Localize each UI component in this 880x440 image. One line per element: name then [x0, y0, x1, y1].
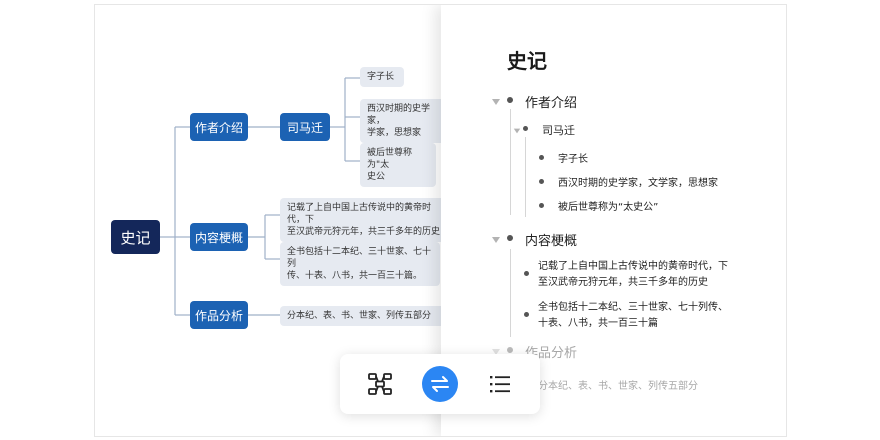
switch-view-button[interactable]: [422, 366, 458, 402]
mindmap-leaf-courtesy-name[interactable]: 字子长: [360, 67, 404, 87]
swap-arrows-icon: [431, 376, 449, 392]
outline-item-historian[interactable]: 西汉时期的史学家，文学家，思想家: [558, 174, 718, 189]
outline-heading-summary[interactable]: 内容梗概: [525, 230, 577, 249]
mindmap-root-node[interactable]: 史记: [111, 220, 160, 254]
bullet-icon: [539, 155, 544, 160]
mindmap-leaf-contents[interactable]: 全书包括十二本纪、三十世家、七十列 传、十表、八书，共一百三十篇。: [280, 242, 440, 286]
collapse-toggle-icon[interactable]: [492, 99, 500, 105]
outline-title: 史记: [507, 49, 547, 73]
bullet-icon: [524, 271, 529, 276]
mindmap-leaf-five-parts[interactable]: 分本纪、表、书、世家、列传五部分: [280, 306, 450, 326]
mindmap-node-author[interactable]: 作者介绍: [190, 113, 248, 141]
mindmap-node-analysis[interactable]: 作品分析: [190, 301, 248, 329]
bullet-icon: [523, 126, 528, 131]
outline-guide-line: [510, 249, 511, 337]
mindmap-leaf-records[interactable]: 记载了上自中国上古传说中的黄帝时代，下 至汉武帝元狩元年，共三千多年的历史: [280, 198, 450, 242]
bullet-icon: [539, 179, 544, 184]
outline-view-button[interactable]: [482, 366, 518, 402]
outline-item-records[interactable]: 记载了上自中国上古传说中的黄帝时代，下 至汉武帝元狩元年，共三千多年的历史: [538, 259, 728, 291]
bullet-icon: [507, 97, 513, 103]
bullet-icon: [524, 312, 529, 317]
mindmap-leaf-taishigong[interactable]: 被后世尊称为"太 史公: [360, 143, 436, 187]
outline-item-five-parts[interactable]: 分本纪、表、书、世家、列传五部分: [538, 377, 698, 392]
bullet-icon: [507, 347, 513, 353]
bullet-icon: [507, 235, 513, 241]
outline-item-contents[interactable]: 全书包括十二本纪、三十世家、七十列传、 十表、八书，共一百三十篇: [538, 300, 728, 332]
outline-guide-line: [525, 137, 526, 217]
collapse-toggle-icon[interactable]: [513, 128, 521, 134]
bullet-icon: [539, 203, 544, 208]
outline-item-simaqian[interactable]: 司马迁: [542, 122, 575, 138]
mindmap-node-summary[interactable]: 内容梗概: [190, 223, 248, 251]
outline-item-taishigong[interactable]: 被后世尊称为“太史公”: [558, 198, 658, 213]
outline-item-courtesy-name[interactable]: 字子长: [558, 150, 588, 165]
view-switch-toolbar: [340, 354, 540, 414]
mindmap-node-simaqian[interactable]: 司马迁: [280, 113, 330, 141]
outline-guide-line: [510, 109, 511, 215]
mindmap-icon: [368, 373, 392, 395]
collapse-toggle-icon[interactable]: [492, 237, 500, 243]
mindmap-leaf-historian[interactable]: 西汉时期的史学家， 学家，思想家: [360, 99, 450, 143]
outline-heading-author[interactable]: 作者介绍: [525, 92, 577, 111]
mindmap-view-button[interactable]: [362, 366, 398, 402]
list-icon: [490, 376, 510, 393]
